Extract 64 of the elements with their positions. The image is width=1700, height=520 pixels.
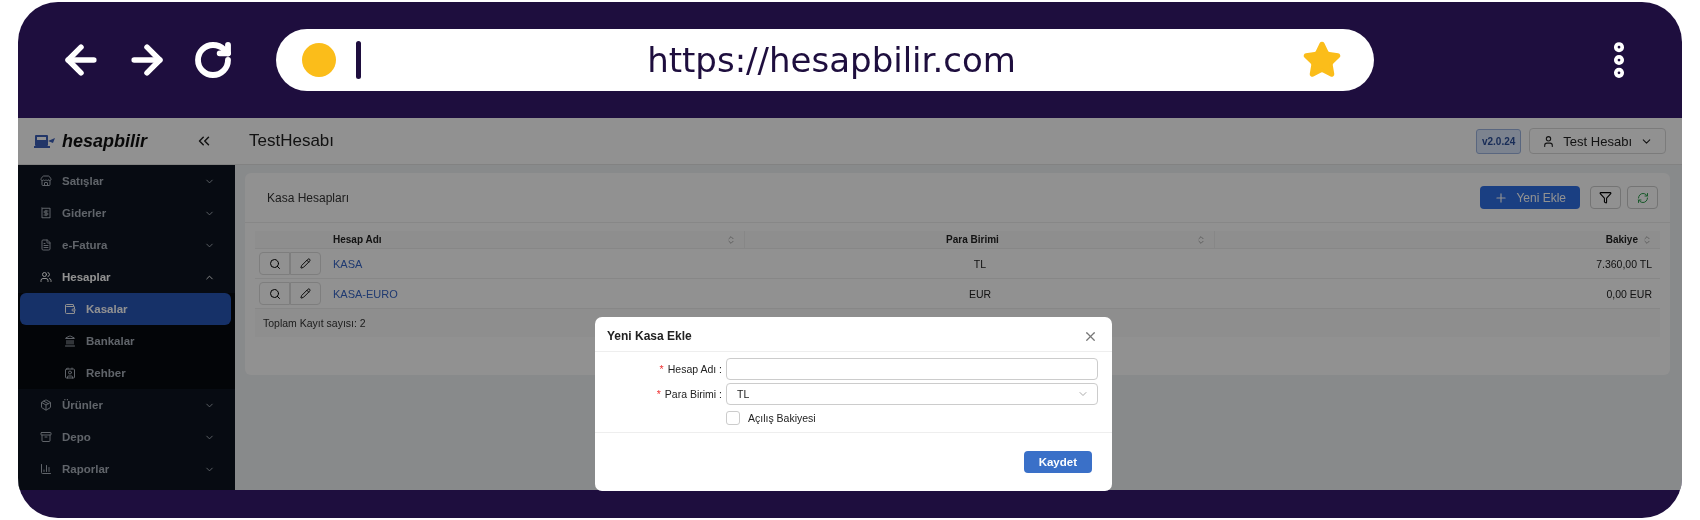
column-header[interactable]: Bakiye <box>1605 234 1638 245</box>
sidebar-subitem[interactable]: Bankalar <box>18 325 235 357</box>
sidebar-subitem[interactable]: Rehber <box>18 357 235 389</box>
sidebar-item[interactable]: Hesaplar <box>18 261 235 293</box>
card-title: Kasa Hesapları <box>267 190 351 205</box>
sidebar-item[interactable]: Giderler <box>18 197 235 229</box>
column-header[interactable]: Para Birimi <box>946 234 999 245</box>
page-title: TestHesabı <box>249 131 335 151</box>
wallet-icon <box>64 303 76 315</box>
table-cell-text: TL <box>972 257 988 270</box>
bookmark-star-icon[interactable] <box>1302 40 1342 80</box>
search-icon <box>268 287 281 300</box>
logo-icon <box>34 133 56 149</box>
bank-icon <box>64 335 76 347</box>
contact-card-icon <box>64 367 76 379</box>
select-field[interactable]: TL <box>726 383 1098 405</box>
dialog-title: Yeni Kasa Ekle <box>607 329 693 343</box>
version-badge: v2.0.24 <box>1475 128 1522 154</box>
logo-text: hesapbilir <box>62 130 148 152</box>
edit-button[interactable] <box>290 282 321 305</box>
plus-icon <box>1494 190 1509 205</box>
table-cell-text: 7.360,00 TL <box>1595 257 1653 270</box>
package-icon <box>40 399 52 411</box>
checkbox[interactable] <box>726 411 740 425</box>
text-cursor <box>356 41 361 79</box>
url-text: https://hesapbilir.com <box>646 40 1017 80</box>
bar-chart-icon <box>40 463 52 475</box>
pencil-icon <box>300 288 311 299</box>
filter-button[interactable] <box>1590 186 1621 209</box>
input-field[interactable] <box>726 358 1098 380</box>
address-bar[interactable]: https://hesapbilir.com <box>276 29 1374 91</box>
site-dot-icon <box>302 43 336 77</box>
edit-button[interactable] <box>290 252 321 275</box>
sidebar-item[interactable]: Raporlar <box>18 453 235 485</box>
view-button[interactable] <box>259 282 290 305</box>
archive-icon <box>40 431 52 443</box>
search-icon <box>268 257 281 270</box>
receipt-icon <box>40 207 52 219</box>
view-button[interactable] <box>259 252 290 275</box>
save-button[interactable]: Kaydet <box>1023 451 1092 473</box>
sidebar-item[interactable]: Ürünler <box>18 389 235 421</box>
checkbox-label[interactable]: Açılış Bakiyesi <box>748 412 816 424</box>
users-icon <box>40 271 52 283</box>
account-link[interactable]: KASA-EURO <box>325 287 745 300</box>
field-label: * Para Birimi : <box>655 388 723 400</box>
document-icon <box>40 239 52 251</box>
add-button[interactable]: Yeni Ekle <box>1480 186 1580 209</box>
table-cell-text: EUR <box>967 287 993 300</box>
user-icon <box>1542 134 1556 148</box>
field-label: * Hesap Adı : <box>658 363 723 375</box>
filter-icon <box>1599 191 1612 204</box>
sidebar-subitem[interactable]: Kasalar <box>20 293 231 325</box>
store-icon <box>40 175 52 187</box>
record-count: Toplam Kayıt sayısı: 2 <box>263 317 366 329</box>
column-header[interactable]: Hesap Adı <box>333 234 382 245</box>
sidebar-item[interactable]: e-Fatura <box>18 229 235 261</box>
pencil-icon <box>300 258 311 269</box>
refresh-icon <box>1636 191 1649 204</box>
table-cell-text: 0,00 EUR <box>1605 287 1653 300</box>
sidebar-item[interactable]: Satışlar <box>18 165 235 197</box>
sidebar-item[interactable]: Depo <box>18 421 235 453</box>
refresh-button[interactable] <box>1627 186 1658 209</box>
user-menu-button[interactable]: Test Hesabı <box>1529 128 1666 154</box>
account-link[interactable]: KASA <box>325 257 745 270</box>
